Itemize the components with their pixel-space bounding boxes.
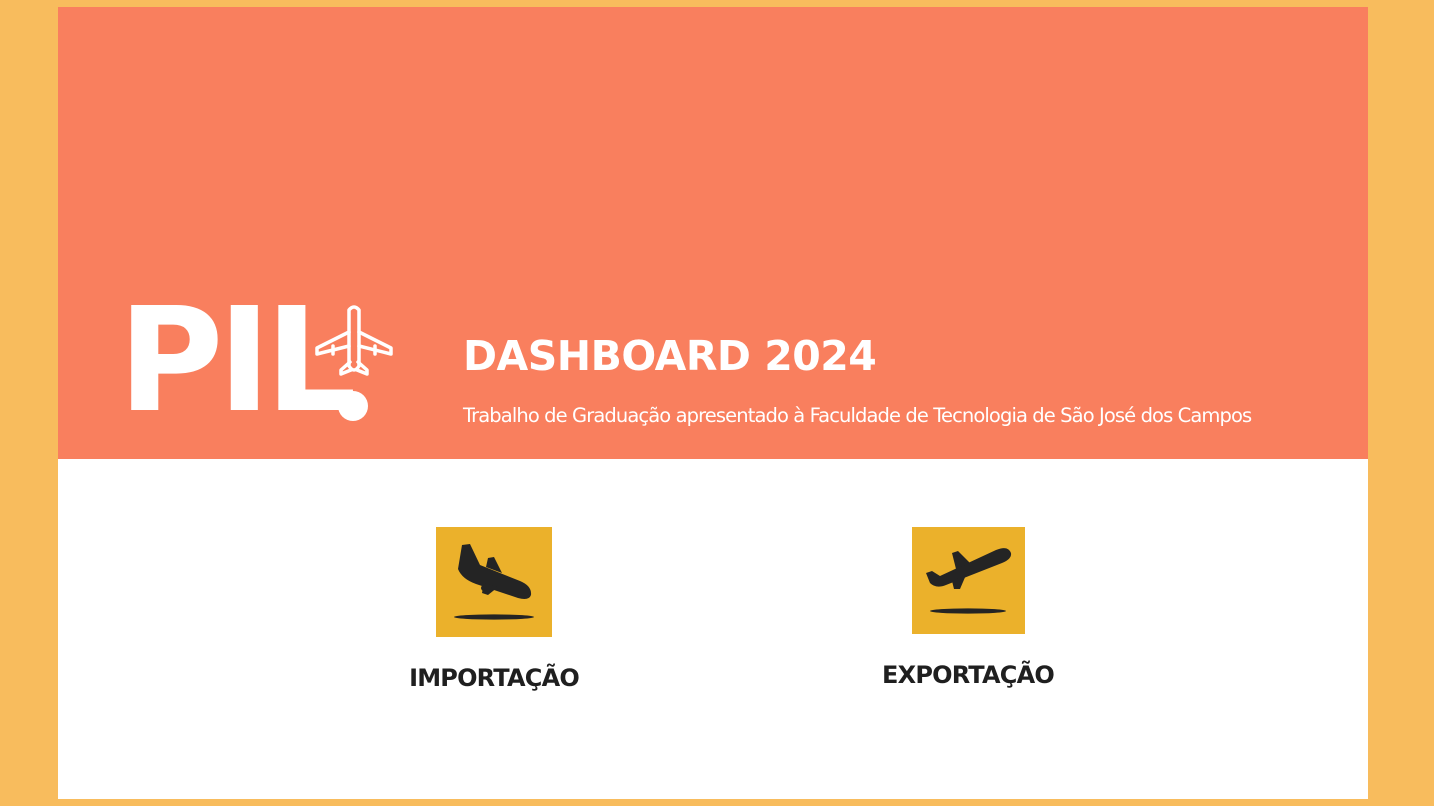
import-icon-box[interactable]: [436, 527, 552, 637]
export-tile[interactable]: EXPORTAÇÃO: [882, 527, 1055, 689]
import-label: IMPORTAÇÃO: [409, 664, 580, 692]
logo-dot: [338, 391, 368, 421]
page-title: DASHBOARD 2024: [463, 332, 877, 380]
dashboard-card: PIL DASHBOARD 2024 Trabalho de Graduação…: [58, 7, 1368, 799]
plane-landing-icon: [454, 544, 534, 620]
import-tile[interactable]: IMPORTAÇÃO: [409, 527, 580, 692]
plane-takeoff-icon: [925, 548, 1011, 614]
hero-banner: PIL DASHBOARD 2024 Trabalho de Graduação…: [58, 7, 1368, 459]
pil-logo: PIL: [118, 288, 408, 434]
export-icon-box[interactable]: [911, 527, 1025, 634]
export-label: EXPORTAÇÃO: [882, 661, 1055, 689]
page-subtitle: Trabalho de Graduação apresentado à Facu…: [463, 404, 1252, 427]
airplane-icon: [315, 305, 393, 376]
